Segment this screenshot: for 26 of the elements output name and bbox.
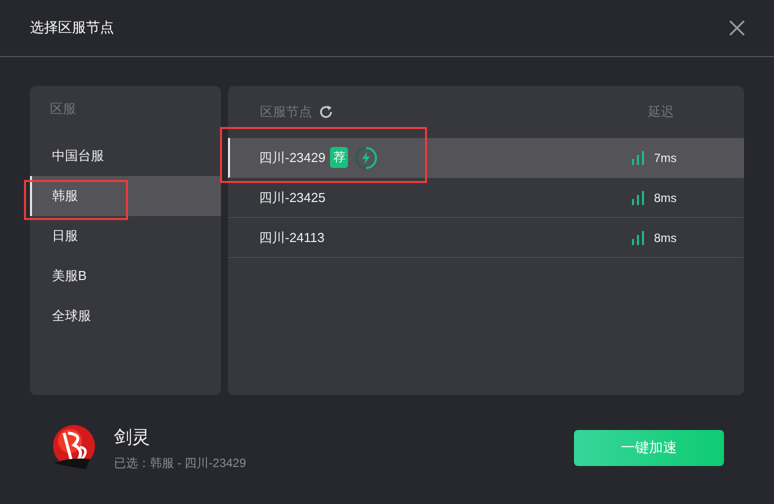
latency-header: 延迟 [648,103,674,121]
dialog-title: 选择区服节点 [30,19,114,37]
node-row[interactable]: 四川-23425 8ms [228,178,744,218]
signal-icon [632,230,645,244]
selection-text: 已选：韩服 - 四川-23429 [114,454,246,472]
node-row[interactable]: 四川-23429 荐 7ms [228,138,744,178]
node-name: 四川-23429 [259,148,326,166]
node-name: 四川-23425 [259,188,326,206]
node-row[interactable]: 四川-24113 8ms [228,218,744,258]
region-item[interactable]: 日服 [30,216,221,256]
signal-icon [632,190,645,204]
region-header: 区服 [49,100,76,118]
node-header: 区服节点 [260,103,312,121]
region-item[interactable]: 美服B [30,256,221,296]
game-name: 剑灵 [114,426,151,448]
region-item[interactable]: 中国台服 [30,136,221,176]
region-item[interactable]: 全球服 [30,296,221,336]
region-item[interactable]: 韩服 [30,176,221,216]
signal-icon [632,150,645,164]
node-name: 四川-24113 [259,228,325,246]
recommend-badge: 荐 [330,147,348,168]
latency-value: 8ms [654,230,678,244]
refresh-icon[interactable] [318,104,334,120]
latency-value: 7ms [654,150,678,164]
latency-value: 8ms [654,190,678,204]
close-icon[interactable] [728,19,746,37]
